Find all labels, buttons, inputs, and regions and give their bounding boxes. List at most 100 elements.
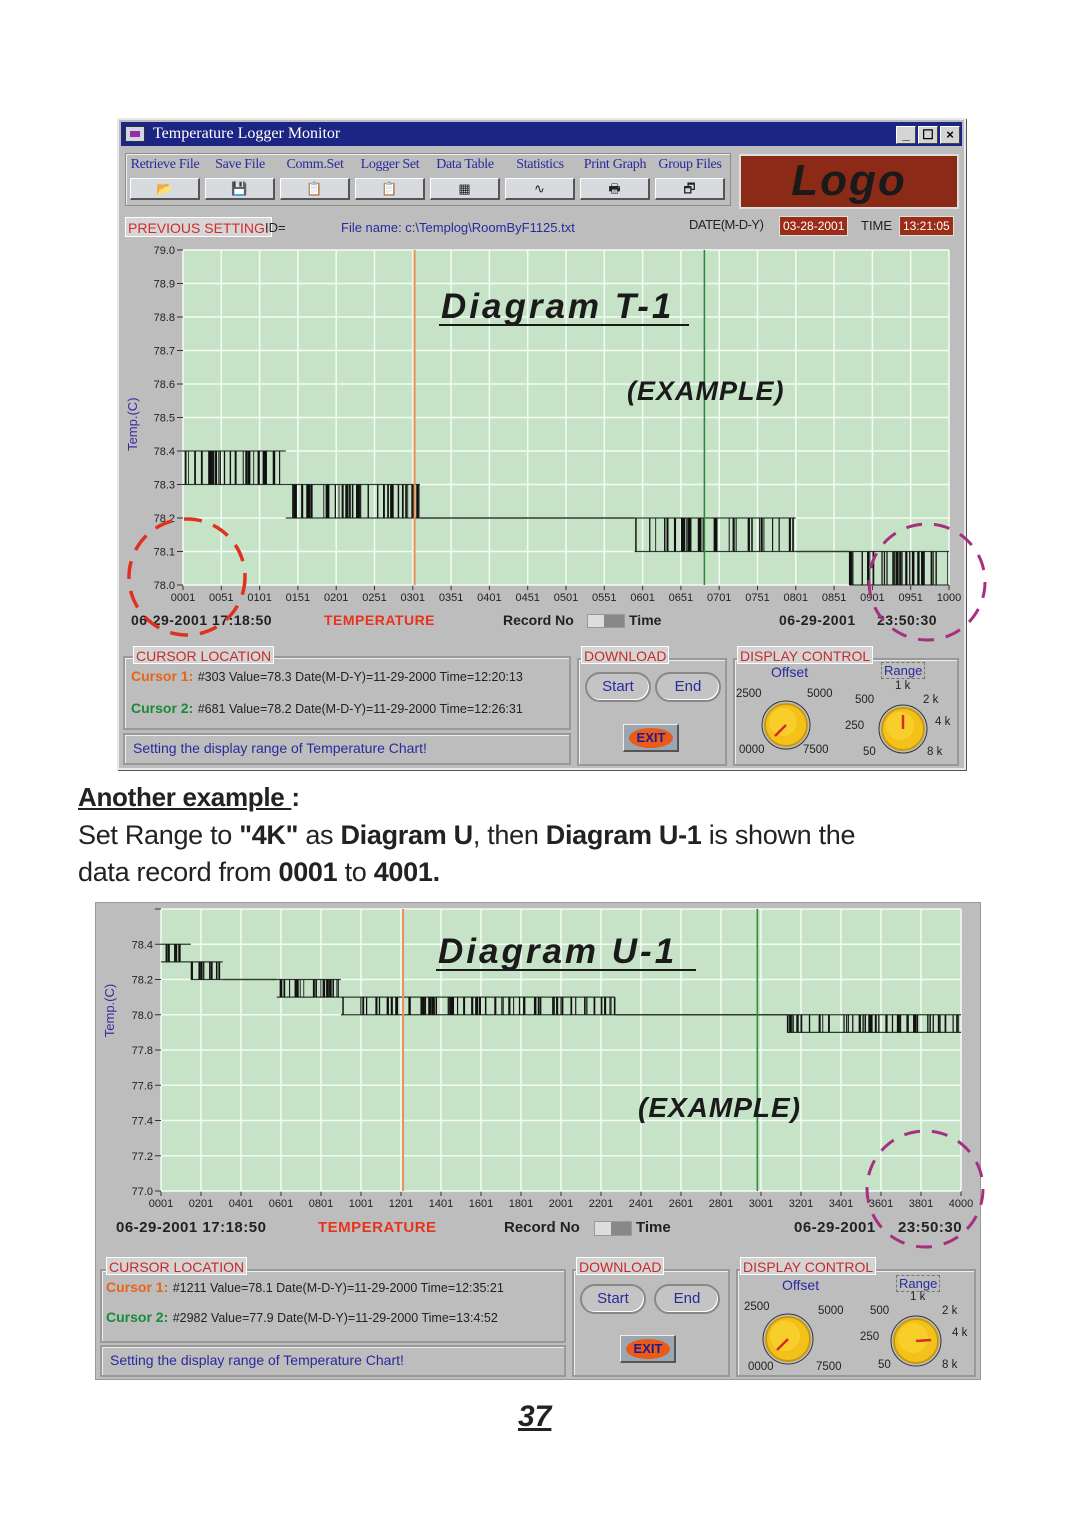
toolbar-label: Comm.Set: [286, 157, 344, 172]
display-control-title: DISPLAY CONTROL: [737, 646, 874, 664]
download-title: DOWNLOAD: [581, 646, 670, 664]
cursor-2-row: Cursor 2: #681 Value=78.2 Date(M-D-Y)=11…: [131, 700, 523, 718]
x-tick-label: 3201: [789, 1198, 813, 1210]
toolbar-statistics[interactable]: Statistics ∿: [503, 154, 577, 207]
end-button[interactable]: End: [654, 1284, 720, 1314]
toolbar-label: Retrieve File: [130, 157, 200, 172]
highlight-circle-start: [127, 517, 247, 637]
toolbar-print-graph[interactable]: Print Graph 🖶: [578, 154, 652, 207]
exit-button[interactable]: EXIT: [620, 1335, 676, 1363]
y-tick-label: 79.0: [154, 245, 175, 257]
y-tick-label: 78.4: [154, 446, 175, 458]
toolbar-logger-set[interactable]: Logger Set 📋: [353, 154, 427, 207]
exit-button[interactable]: EXIT: [623, 724, 679, 752]
diagram-title: Diagram T-1: [441, 287, 674, 326]
cursor-1-row: Cursor 1: #1211 Value=78.1 Date(M-D-Y)=1…: [106, 1279, 504, 1297]
cursor-1-info: #303 Value=78.3 Date(M-D-Y)=11-29-2000 T…: [197, 670, 523, 684]
toolbar-retrieve-file[interactable]: Retrieve File 📂: [128, 154, 202, 207]
x-tick-label: 0851: [822, 592, 846, 604]
end-date: 06-29-2001: [779, 612, 856, 628]
x-tick-label: 0301: [401, 592, 425, 604]
text-run: "4K": [239, 820, 299, 850]
toolbar-save-file[interactable]: Save File 💾: [203, 154, 277, 207]
temperature-logger-window: Temperature Logger Monitor _ ☐ × Retriev…: [117, 118, 966, 770]
x-tick-label: 0501: [554, 592, 578, 604]
record-time-toggle[interactable]: [594, 1221, 632, 1236]
x-tick-label: 0201: [324, 592, 348, 604]
toolbar-data-table[interactable]: Data Table ▦: [428, 154, 502, 207]
table-icon[interactable]: ▦: [430, 178, 500, 200]
folder-open-icon[interactable]: 📂: [130, 178, 200, 200]
page-number: 37: [518, 1400, 552, 1433]
another-example-heading: Another example :: [78, 782, 300, 813]
x-tick-label: 2401: [629, 1198, 653, 1210]
start-datetime: 06-29-2001 17:18:50: [116, 1219, 267, 1236]
range-tick-500: 500: [870, 1305, 890, 1317]
cursor-location-title: CURSOR LOCATION: [133, 646, 275, 664]
offset-knob[interactable]: [760, 1311, 816, 1367]
printer-icon[interactable]: 🖶: [580, 178, 650, 200]
y-tick-label: 78.6: [154, 379, 175, 391]
x-tick-label: 2601: [669, 1198, 693, 1210]
date-label: DATE(M-D-Y): [689, 217, 764, 232]
statistics-icon[interactable]: ∿: [505, 178, 575, 200]
another-example-text: Another example: [78, 782, 292, 812]
range-tick-8k: 8 k: [942, 1359, 958, 1371]
y-tick-label: 78.4: [132, 939, 153, 951]
toolbar-label: Statistics: [516, 157, 564, 172]
file-name: File name: c:\Templog\RoomByF1125.txt: [341, 220, 575, 235]
y-tick-label: 77.0: [132, 1186, 153, 1198]
heading-colon: :: [291, 782, 300, 812]
example-label: (EXAMPLE): [638, 1092, 801, 1123]
start-button[interactable]: Start: [585, 672, 651, 702]
start-button[interactable]: Start: [580, 1284, 646, 1314]
clipboard-icon[interactable]: 📋: [280, 178, 350, 200]
floppy-disk-icon[interactable]: 💾: [205, 178, 275, 200]
offset-label: Offset: [782, 1277, 820, 1293]
x-tick-label: 0801: [309, 1198, 333, 1210]
y-tick-label: 78.7: [154, 346, 175, 358]
x-tick-label: 1601: [469, 1198, 493, 1210]
y-tick-label: 78.2: [132, 975, 153, 987]
previous-setting-label: PREVIOUS SETTING:: [125, 217, 272, 237]
y-tick-label: 77.2: [132, 1151, 153, 1163]
range-tick-1k: 1 k: [895, 680, 911, 692]
text-run: Diagram U-1: [545, 820, 702, 850]
text-run: , then: [472, 820, 546, 850]
cursor-1-row: Cursor 1: #303 Value=78.3 Date(M-D-Y)=11…: [131, 668, 523, 686]
y-tick-label: 77.4: [132, 1116, 153, 1128]
text-run: Diagram U: [340, 820, 473, 850]
x-tick-label: 0651: [669, 592, 693, 604]
end-button[interactable]: End: [655, 672, 721, 702]
y-tick-label: 77.6: [132, 1080, 153, 1092]
y-tick-label: 78.0: [132, 1010, 153, 1022]
title-bar: Temperature Logger Monitor _ ☐ ×: [121, 122, 962, 146]
clipboard-icon[interactable]: 📋: [355, 178, 425, 200]
id-label: ID=: [265, 220, 286, 235]
exit-label: EXIT: [629, 728, 673, 748]
range-tick-250: 250: [845, 720, 865, 732]
close-button[interactable]: ×: [940, 126, 960, 144]
y-tick-label: 78.3: [154, 480, 175, 492]
app-icon: [125, 126, 145, 142]
record-no-label: Record No: [503, 612, 574, 628]
offset-knob[interactable]: [759, 698, 813, 752]
diagram-title: Diagram U-1: [438, 932, 677, 971]
range-knob[interactable]: [876, 702, 930, 756]
maximize-button[interactable]: ☐: [918, 126, 938, 144]
x-tick-label: 0451: [515, 592, 539, 604]
toolbar-group-files[interactable]: Group Files 🗗: [653, 154, 727, 207]
x-tick-label: 1801: [509, 1198, 533, 1210]
minimize-button[interactable]: _: [896, 126, 916, 144]
series-label: TEMPERATURE: [318, 1219, 437, 1236]
example-label: (EXAMPLE): [627, 376, 785, 406]
toolbar-comm-set[interactable]: Comm.Set 📋: [278, 154, 352, 207]
text-run: Set Range to: [78, 820, 240, 850]
x-tick-label: 0351: [439, 592, 463, 604]
range-knob[interactable]: [888, 1313, 944, 1369]
y-tick-label: 78.9: [154, 279, 175, 291]
date-value: 03-28-2001: [779, 216, 849, 236]
record-time-toggle[interactable]: [587, 614, 625, 628]
range-tick-2k: 2 k: [942, 1305, 958, 1317]
group-files-icon[interactable]: 🗗: [655, 178, 725, 200]
